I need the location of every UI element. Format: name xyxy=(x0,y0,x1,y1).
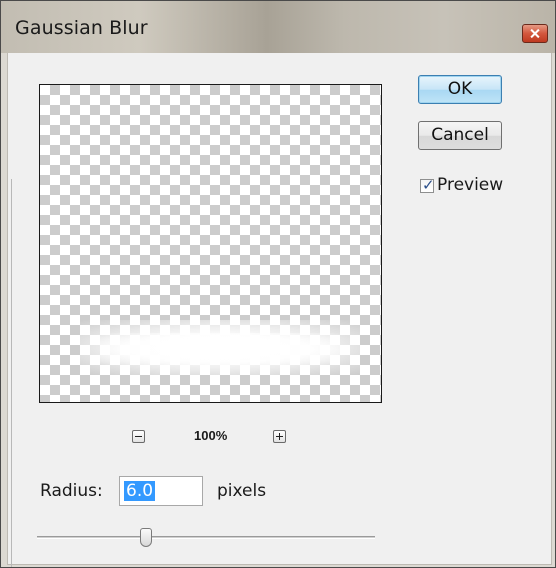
units-label: pixels xyxy=(217,481,267,501)
preview-label[interactable]: Preview xyxy=(437,175,503,195)
blurred-content-core xyxy=(100,333,340,365)
ok-button[interactable]: OK xyxy=(418,75,502,104)
zoom-out-button[interactable] xyxy=(132,430,145,443)
zoom-in-button[interactable] xyxy=(273,430,286,443)
cancel-button[interactable]: Cancel xyxy=(418,121,502,150)
radius-slider-track[interactable] xyxy=(37,536,375,539)
divider xyxy=(11,179,12,567)
minus-icon xyxy=(135,436,142,437)
preview-checkbox[interactable]: ✓ xyxy=(420,176,435,194)
checkmark-icon: ✓ xyxy=(422,176,435,194)
dialog-title: Gaussian Blur xyxy=(15,17,148,39)
radius-label: Radius: xyxy=(40,481,103,501)
preview-pane[interactable] xyxy=(39,84,382,403)
close-button[interactable] xyxy=(522,24,548,43)
title-bar[interactable]: Gaussian Blur xyxy=(1,1,555,53)
gaussian-blur-dialog: Gaussian Blur 100% Radius: 6.0 pixels OK… xyxy=(0,0,556,568)
radius-slider-thumb[interactable] xyxy=(140,528,152,547)
radius-value: 6.0 xyxy=(124,481,156,501)
radius-input[interactable]: 6.0 xyxy=(119,476,203,506)
zoom-level: 100% xyxy=(194,428,228,443)
